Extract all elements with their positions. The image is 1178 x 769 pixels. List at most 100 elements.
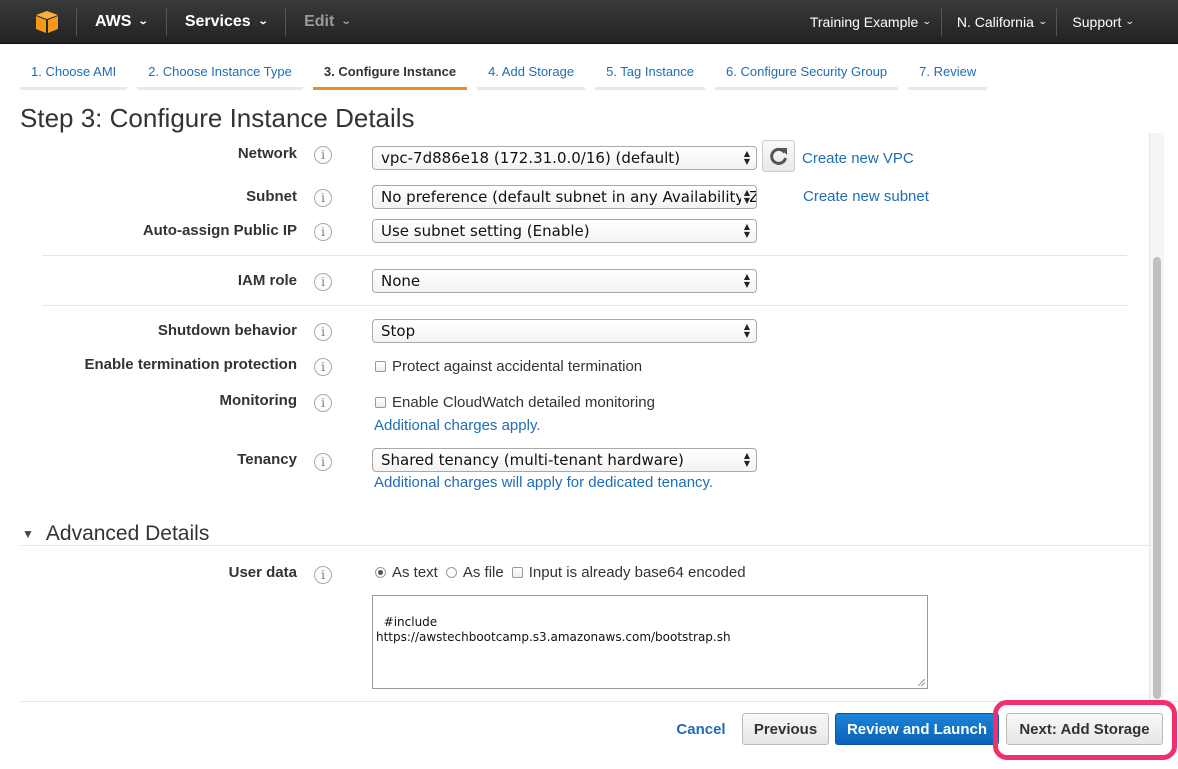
base64-label: Input is already base64 encoded <box>528 564 746 581</box>
info-icon[interactable]: i <box>314 358 332 376</box>
chevron-down-icon: ⌄ <box>341 16 352 27</box>
advanced-details-toggle[interactable]: ▼ Advanced Details <box>22 522 209 546</box>
shutdown-behavior-select-value: Stop <box>381 322 416 340</box>
termination-protection-checkbox-label: Protect against accidental termination <box>392 358 643 375</box>
support-menu[interactable]: Support ⌄ <box>1057 0 1144 44</box>
as-file-label: As file <box>462 564 504 581</box>
chevron-down-icon: ⌄ <box>922 16 932 26</box>
chevron-down-icon: ⌄ <box>257 16 269 27</box>
tenancy-select[interactable]: Shared tenancy (multi-tenant hardware) ▲… <box>372 448 757 472</box>
info-icon[interactable]: i <box>314 394 332 412</box>
public-ip-select-value: Use subnet setting (Enable) <box>381 222 590 240</box>
termination-protection-option[interactable]: Protect against accidental termination <box>375 358 642 375</box>
scrollbar[interactable] <box>1149 133 1164 701</box>
termination-protection-checkbox[interactable] <box>375 361 386 372</box>
advanced-details-title: Advanced Details <box>45 522 210 545</box>
tab-configure-instance[interactable]: 3. Configure Instance <box>312 58 468 90</box>
cancel-button[interactable]: Cancel <box>666 713 736 745</box>
section-divider <box>42 305 1127 306</box>
tab-review[interactable]: 7. Review <box>908 58 988 90</box>
user-data-options: As text As file Input is already base64 … <box>375 564 754 581</box>
select-arrows-icon: ▲ ▼ <box>743 272 750 289</box>
shutdown-behavior-select[interactable]: Stop ▲ ▼ <box>372 319 757 343</box>
monitoring-label: Monitoring <box>219 392 297 409</box>
section-divider <box>20 545 1149 546</box>
user-data-textarea[interactable]: #include https://awstechbootcamp.s3.amaz… <box>372 595 928 689</box>
info-icon[interactable]: i <box>314 146 332 164</box>
info-icon[interactable]: i <box>314 223 332 241</box>
as-file-option[interactable]: As file <box>445 564 504 581</box>
aws-menu[interactable]: AWS ⌄ <box>77 0 166 44</box>
account-menu-label: Training Example <box>809 13 919 30</box>
select-arrows-icon: ▲ ▼ <box>743 222 750 239</box>
iam-role-select[interactable]: None ▲ ▼ <box>372 269 757 293</box>
network-select-value: vpc-7d886e18 (172.31.0.0/16) (default) <box>381 149 681 167</box>
edit-menu[interactable]: Edit ⌄ <box>286 0 369 44</box>
next-add-storage-button[interactable]: Next: Add Storage <box>1006 713 1163 745</box>
monitoring-checkbox[interactable] <box>375 397 386 408</box>
iam-role-select-value: None <box>381 272 421 290</box>
select-arrows-icon: ▲ ▼ <box>740 189 750 205</box>
aws-cube-icon <box>36 10 58 33</box>
monitoring-charges-link[interactable]: Additional charges apply. <box>374 417 541 434</box>
account-menu[interactable]: Training Example ⌄ <box>795 0 941 44</box>
subnet-select-value: No preference (default subnet in any Ava… <box>381 188 757 206</box>
subnet-label: Subnet <box>246 188 297 205</box>
refresh-icon <box>769 147 787 165</box>
nav-right-group: Training Example ⌄ N. California ⌄ Suppo… <box>795 0 1178 44</box>
user-data-label: User data <box>228 564 297 581</box>
subnet-select[interactable]: No preference (default subnet in any Ava… <box>372 185 757 209</box>
chevron-down-icon: ⌄ <box>1125 16 1136 26</box>
tab-add-storage[interactable]: 4. Add Storage <box>477 58 586 90</box>
chevron-down-icon: ⌄ <box>1037 16 1048 26</box>
aws-logo[interactable] <box>0 0 64 44</box>
tenancy-select-value: Shared tenancy (multi-tenant hardware) <box>381 451 684 469</box>
aws-menu-label: AWS <box>95 12 132 30</box>
create-new-vpc-link[interactable]: Create new VPC <box>802 150 914 167</box>
tab-configure-security-group[interactable]: 6. Configure Security Group <box>715 58 899 90</box>
network-select[interactable]: vpc-7d886e18 (172.31.0.0/16) (default) ▲… <box>372 146 757 170</box>
chevron-down-icon: ⌄ <box>138 16 150 27</box>
resize-handle[interactable] <box>918 679 925 686</box>
refresh-network-button[interactable] <box>762 140 795 172</box>
termination-protection-label: Enable termination protection <box>84 356 297 373</box>
wizard-steps: 1. Choose AMI 2. Choose Instance Type 3.… <box>20 58 997 90</box>
info-icon[interactable]: i <box>314 189 332 207</box>
info-icon[interactable]: i <box>314 566 332 584</box>
edit-menu-label: Edit <box>304 12 335 30</box>
shutdown-behavior-label: Shutdown behavior <box>157 322 297 339</box>
as-file-radio[interactable] <box>445 567 457 578</box>
iam-role-label: IAM role <box>237 272 297 289</box>
tab-tag-instance[interactable]: 5. Tag Instance <box>595 58 706 90</box>
public-ip-select[interactable]: Use subnet setting (Enable) ▲ ▼ <box>372 219 757 243</box>
info-icon[interactable]: i <box>314 453 332 471</box>
info-icon[interactable]: i <box>314 273 332 291</box>
services-menu[interactable]: Services ⌄ <box>167 0 285 44</box>
services-menu-label: Services <box>184 12 251 30</box>
page-title: Step 3: Configure Instance Details <box>20 103 415 133</box>
user-data-value: #include https://awstechbootcamp.s3.amaz… <box>376 615 731 644</box>
footer-divider <box>20 701 1178 702</box>
previous-button[interactable]: Previous <box>742 713 829 745</box>
info-icon[interactable]: i <box>314 323 332 341</box>
public-ip-label: Auto-assign Public IP <box>142 222 297 239</box>
network-label: Network <box>237 145 297 162</box>
as-text-radio[interactable] <box>375 567 386 578</box>
monitoring-option[interactable]: Enable CloudWatch detailed monitoring <box>375 394 655 411</box>
base64-checkbox[interactable] <box>511 567 523 578</box>
tenancy-charges-link[interactable]: Additional charges will apply for dedica… <box>374 474 713 491</box>
select-arrows-icon: ▲ ▼ <box>743 451 750 468</box>
tab-choose-ami[interactable]: 1. Choose AMI <box>20 58 128 90</box>
region-menu[interactable]: N. California ⌄ <box>942 0 1057 44</box>
scrollbar-thumb[interactable] <box>1153 257 1161 699</box>
region-menu-label: N. California <box>956 13 1034 30</box>
base64-option[interactable]: Input is already base64 encoded <box>511 564 746 581</box>
review-and-launch-button[interactable]: Review and Launch <box>835 713 999 745</box>
select-arrows-icon: ▲ ▼ <box>743 322 750 339</box>
as-text-option[interactable]: As text <box>375 564 438 581</box>
section-divider <box>42 255 1127 256</box>
triangle-down-icon: ▼ <box>22 527 34 541</box>
monitoring-checkbox-label: Enable CloudWatch detailed monitoring <box>392 394 655 411</box>
create-new-subnet-link[interactable]: Create new subnet <box>803 188 929 205</box>
tab-choose-instance-type[interactable]: 2. Choose Instance Type <box>137 58 303 90</box>
